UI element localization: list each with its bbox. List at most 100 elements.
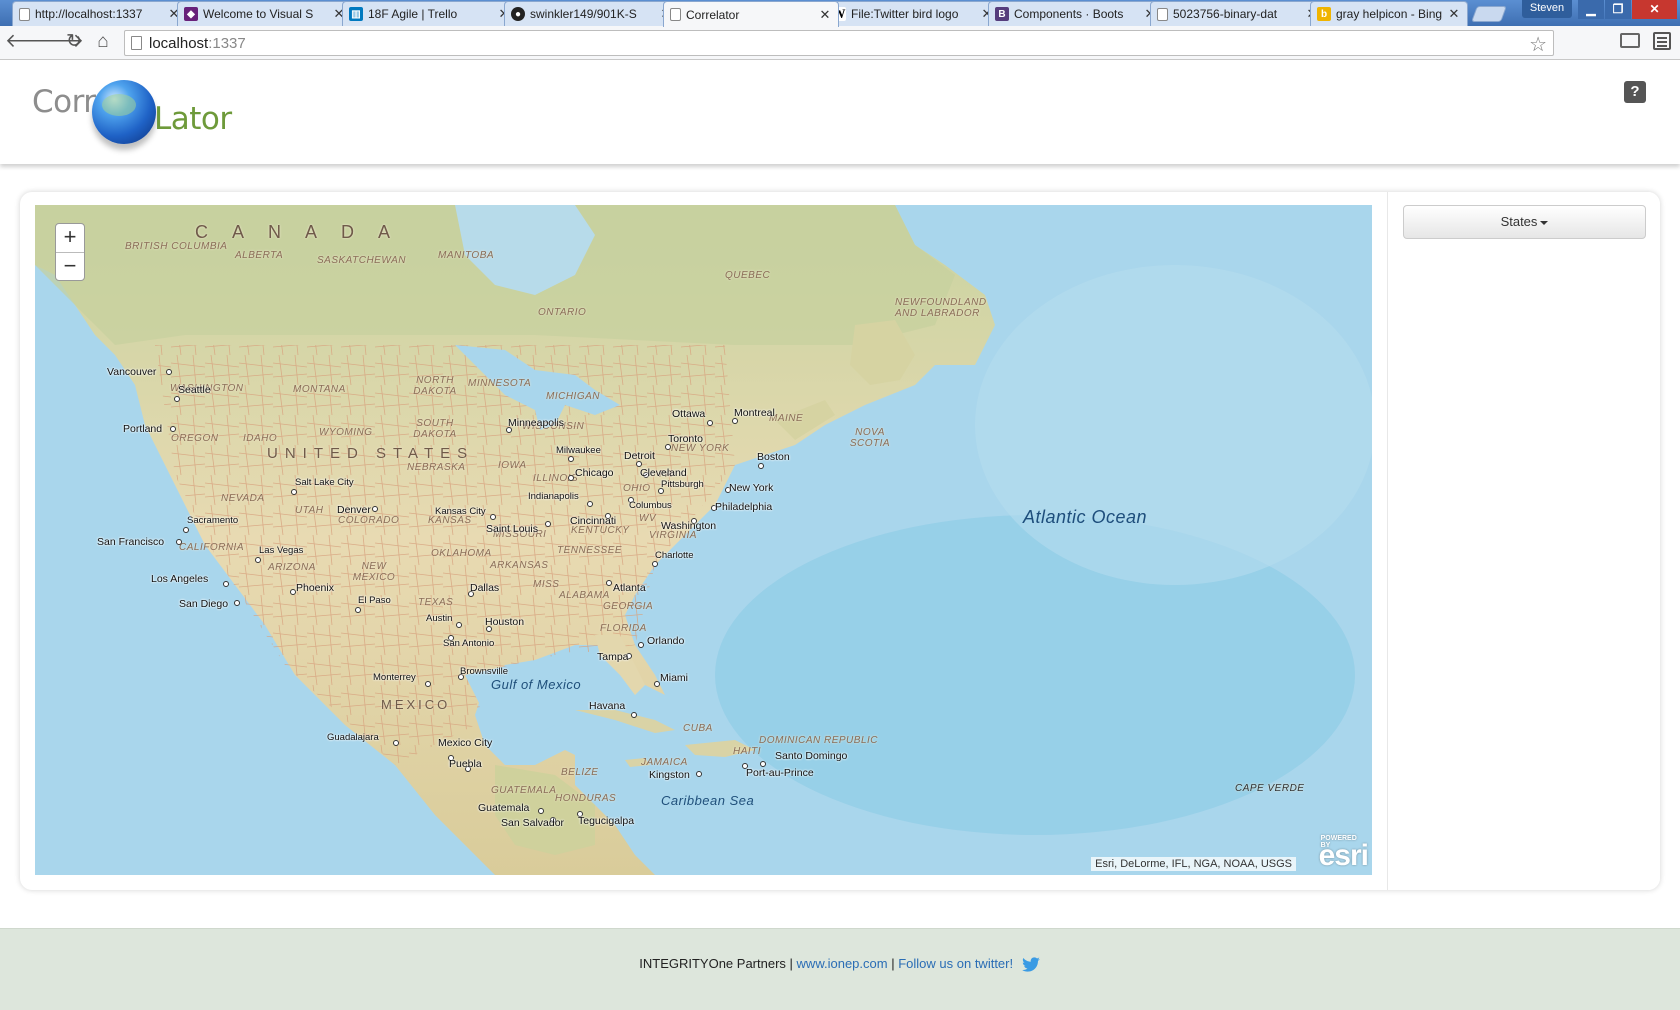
state-label: HONDURAS — [555, 793, 617, 804]
city-marker[interactable] — [707, 420, 713, 426]
correlator-logo[interactable]: Corr Lator — [32, 80, 242, 152]
page-icon — [131, 36, 142, 50]
menu-icon[interactable] — [1653, 32, 1671, 50]
city-marker[interactable] — [170, 426, 176, 432]
tab-github[interactable]: ● swinkler149/901K-S ✕ — [504, 1, 680, 26]
city-marker[interactable] — [638, 642, 644, 648]
city-label: Milwaukee — [556, 445, 601, 456]
city-label: Cleveland — [640, 467, 687, 479]
state-label: TEXAS — [418, 597, 454, 608]
window-close-icon[interactable]: ✕ — [1632, 0, 1677, 19]
footer-separator: | — [891, 956, 895, 971]
city-marker[interactable] — [631, 712, 637, 718]
esri-logo[interactable]: POWERED BY esri — [1319, 835, 1369, 873]
forward-arrow-icon[interactable]: 🡒 — [33, 31, 84, 55]
zoom-in-button[interactable]: + — [56, 224, 84, 252]
new-tab-button[interactable] — [1471, 6, 1507, 22]
page-icon — [670, 8, 681, 21]
twitter-bird-icon[interactable] — [1021, 956, 1041, 973]
city-marker[interactable] — [223, 581, 229, 587]
cast-icon[interactable] — [1620, 33, 1640, 48]
city-label: Washington — [661, 520, 717, 532]
city-marker[interactable] — [166, 369, 172, 375]
city-label: Tampa — [597, 651, 629, 663]
state-label: ARIZONA — [268, 562, 316, 573]
home-icon[interactable]: ⌂ — [91, 31, 115, 55]
city-marker[interactable] — [696, 771, 702, 777]
address-port: :1337 — [208, 35, 246, 52]
state-label: SOUTH DAKOTA — [413, 418, 457, 440]
browser-tab-strip: http://localhost:1337 ✕ ◆ Welcome to Vis… — [0, 0, 1680, 27]
city-label: Mexico City — [438, 737, 493, 749]
city-marker[interactable] — [372, 506, 378, 512]
sidebar-panel: States — [1387, 192, 1660, 890]
city-marker[interactable] — [183, 527, 189, 533]
footer-twitter-link[interactable]: Follow us on twitter! — [898, 956, 1013, 971]
city-label: Denver — [337, 504, 371, 516]
state-label: CALIFORNIA — [179, 542, 245, 553]
tab-visual-studio[interactable]: ◆ Welcome to Visual S ✕ — [177, 1, 353, 26]
footer-website-link[interactable]: www.ionep.com — [797, 956, 888, 971]
tab-localhost[interactable]: http://localhost:1337 ✕ — [12, 1, 188, 26]
tab-wikipedia[interactable]: W File:Twitter bird logo ✕ — [825, 1, 1001, 26]
bookmark-star-icon[interactable]: ☆ — [1529, 32, 1547, 57]
city-label: Minneapolis — [508, 417, 565, 429]
state-label: WYOMING — [319, 427, 373, 438]
city-label: Houston — [485, 616, 525, 628]
tab-bootstrap[interactable]: B Components · Boots ✕ — [988, 1, 1164, 26]
water-label-gulf: Gulf of Mexico — [491, 677, 582, 692]
tab-correlator[interactable]: Correlator ✕ — [663, 1, 839, 27]
city-marker[interactable] — [568, 456, 574, 462]
state-label: NORTH DAKOTA — [413, 375, 457, 397]
city-marker[interactable] — [545, 521, 551, 527]
tab-trello[interactable]: ▥ 18F Agile | Trello ✕ — [342, 1, 518, 26]
tab-bing[interactable]: b gray helpicon - Bing ✕ — [1310, 1, 1468, 26]
city-marker[interactable] — [606, 580, 612, 586]
city-label: Miami — [660, 672, 688, 684]
city-marker[interactable] — [652, 561, 658, 567]
city-marker[interactable] — [174, 396, 180, 402]
city-marker[interactable] — [355, 607, 361, 613]
states-dropdown-button[interactable]: States — [1403, 205, 1646, 239]
city-marker[interactable] — [425, 681, 431, 687]
zoom-out-button[interactable]: − — [56, 252, 84, 280]
close-icon[interactable]: ✕ — [1447, 6, 1461, 22]
minimize-icon[interactable]: ▁ — [1578, 0, 1604, 19]
city-marker[interactable] — [568, 475, 574, 481]
city-label: Port-au-Prince — [746, 767, 814, 779]
map-view[interactable]: + − C A N A D A UNITED STATES MEXICO Atl… — [35, 205, 1372, 875]
country-label-mexico: MEXICO — [381, 697, 451, 712]
city-label: San Francisco — [97, 536, 165, 548]
page-footer: INTEGRITYOne Partners | www.ionep.com | … — [0, 928, 1680, 1010]
city-label: Ottawa — [672, 408, 706, 420]
address-bar[interactable]: localhost:1337 ☆ — [124, 30, 1554, 56]
state-label: UTAH — [295, 505, 324, 516]
city-marker[interactable] — [758, 463, 764, 469]
city-label: Vancouver — [107, 366, 157, 378]
tab-binary-data[interactable]: 5023756-binary-dat ✕ — [1150, 1, 1326, 26]
city-marker[interactable] — [291, 489, 297, 495]
city-marker[interactable] — [393, 740, 399, 746]
back-arrow-icon[interactable]: 🡐 — [5, 31, 56, 55]
city-label: Santo Domingo — [775, 750, 848, 762]
profile-badge[interactable]: Steven — [1522, 0, 1572, 18]
close-icon[interactable]: ✕ — [818, 7, 832, 23]
city-marker[interactable] — [538, 808, 544, 814]
city-label: Charlotte — [655, 550, 694, 561]
city-marker[interactable] — [234, 600, 240, 606]
city-marker[interactable] — [456, 622, 462, 628]
city-marker[interactable] — [490, 514, 496, 520]
maximize-icon[interactable]: ❐ — [1605, 0, 1631, 19]
city-marker[interactable] — [255, 557, 261, 563]
city-label: Puebla — [449, 758, 482, 770]
state-label: MONTANA — [293, 384, 346, 395]
city-label: Detroit — [624, 450, 655, 462]
reload-icon[interactable]: ↻ — [62, 31, 86, 55]
city-marker[interactable] — [587, 501, 593, 507]
state-label: IOWA — [498, 460, 527, 471]
footer-company: INTEGRITYOne Partners — [639, 956, 786, 971]
ocean-label-atlantic: Atlantic Ocean — [1023, 507, 1148, 527]
help-icon[interactable]: ? — [1624, 81, 1646, 103]
city-marker[interactable] — [176, 539, 182, 545]
trello-icon: ▥ — [349, 7, 363, 21]
